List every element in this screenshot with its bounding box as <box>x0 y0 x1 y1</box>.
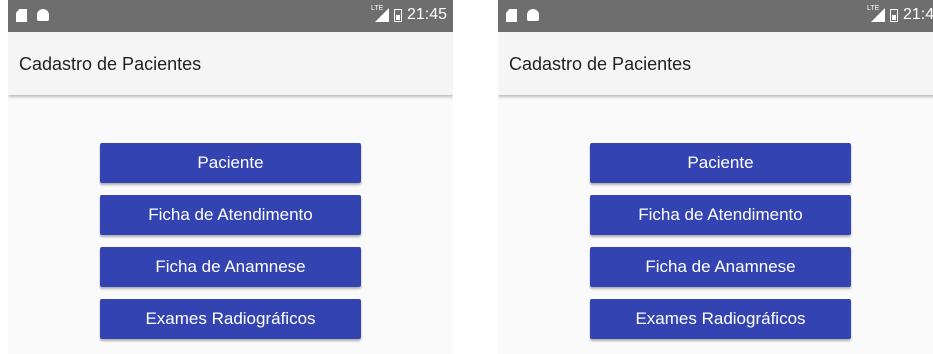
sd-card-icon <box>16 9 27 22</box>
network-label: LTE <box>866 5 880 12</box>
lte-signal-icon: LTE <box>866 5 885 22</box>
network-label: LTE <box>370 5 384 12</box>
exames-radiograficos-button[interactable]: Exames Radiográficos <box>100 299 361 339</box>
status-bar: LTE 21:45 <box>498 0 933 32</box>
battery-icon <box>889 8 898 22</box>
paciente-button[interactable]: Paciente <box>100 143 361 183</box>
android-icon <box>37 9 49 21</box>
app-bar: Cadastro de Pacientes <box>498 32 933 95</box>
ficha-atendimento-button[interactable]: Ficha de Atendimento <box>100 195 361 235</box>
lte-signal-icon: LTE <box>370 5 389 22</box>
phone-screen-right: LTE 21:45 Cadastro de Pacientes Paciente… <box>498 0 933 354</box>
android-icon <box>527 9 539 21</box>
status-indicators: LTE 21:45 <box>866 5 933 24</box>
sd-card-icon <box>506 9 517 22</box>
ficha-anamnese-button[interactable]: Ficha de Anamnese <box>100 247 361 287</box>
status-notifications <box>16 9 49 22</box>
app-title: Cadastro de Pacientes <box>19 54 202 74</box>
ficha-anamnese-button[interactable]: Ficha de Anamnese <box>590 247 851 287</box>
status-notifications <box>506 9 539 22</box>
paciente-button[interactable]: Paciente <box>590 143 851 183</box>
status-clock: 21:45 <box>902 6 933 23</box>
phone-screen-left: LTE 21:45 Cadastro de Pacientes Paciente… <box>8 0 453 354</box>
exames-radiograficos-button[interactable]: Exames Radiográficos <box>590 299 851 339</box>
app-title: Cadastro de Pacientes <box>509 54 692 74</box>
status-clock: 21:45 <box>406 6 447 23</box>
battery-icon <box>393 8 402 22</box>
app-bar: Cadastro de Pacientes <box>8 32 453 95</box>
status-bar: LTE 21:45 <box>8 0 453 32</box>
ficha-atendimento-button[interactable]: Ficha de Atendimento <box>590 195 851 235</box>
status-indicators: LTE 21:45 <box>370 5 447 24</box>
